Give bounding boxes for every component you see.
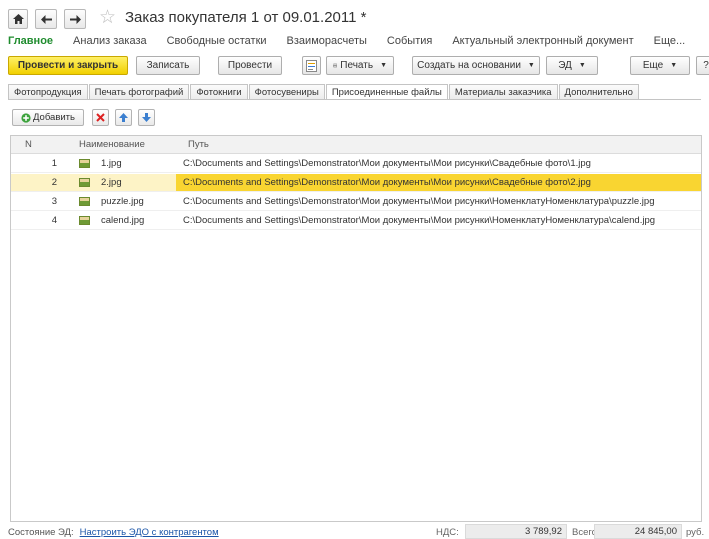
section-events[interactable]: События [387, 35, 432, 49]
section-more[interactable]: Еще... [654, 35, 686, 49]
vat-value: 3 789,92 [465, 524, 567, 539]
table-header: N Наименование Путь [11, 136, 701, 154]
row-number: 4 [51, 215, 57, 226]
chevron-down-icon: ▼ [527, 62, 535, 69]
vat-label: НДС: [436, 527, 459, 538]
section-order-analysis[interactable]: Анализ заказа [73, 35, 147, 49]
section-settlements[interactable]: Взаиморасчеты [287, 35, 367, 49]
setup-edo-link[interactable]: Настроить ЭДО с контрагентом [80, 527, 219, 538]
tab-attached-files[interactable]: Присоединенные файлы [325, 84, 448, 100]
title-bar: ☆ Заказ покупателя 1 от 09.01.2011 * [0, 0, 709, 32]
file-path: C:\Documents and Settings\Demonstrator\М… [176, 174, 701, 191]
post-and-close-button[interactable]: Провести и закрыть [8, 56, 128, 75]
tab-photo-books[interactable]: Фотокниги [190, 84, 248, 99]
arrow-up-icon [119, 113, 128, 122]
row-number: 3 [51, 196, 57, 207]
row-number: 1 [51, 158, 57, 169]
total-value: 24 845,00 [594, 524, 682, 539]
move-up-button[interactable] [115, 109, 132, 126]
add-icon [21, 112, 31, 123]
favorite-star-icon[interactable]: ☆ [99, 7, 116, 29]
file-name: 2.jpg [101, 177, 122, 188]
more-button[interactable]: Еще ▼ [630, 56, 690, 75]
file-path: C:\Documents and Settings\Demonstrator\М… [183, 196, 655, 207]
currency-label: руб. [686, 527, 705, 538]
image-file-icon [79, 216, 90, 225]
column-header-n[interactable]: N [25, 139, 32, 150]
home-button[interactable] [8, 9, 28, 29]
page-title: Заказ покупателя 1 от 09.01.2011 * [125, 9, 367, 26]
add-file-button[interactable]: Добавить [12, 109, 84, 126]
arrow-down-icon [142, 113, 151, 122]
ed-label: ЭД [558, 60, 572, 71]
ed-status-label: Состояние ЭД: [8, 527, 74, 538]
file-path: C:\Documents and Settings\Demonstrator\М… [183, 215, 656, 226]
tab-photo-products[interactable]: Фотопродукция [8, 84, 88, 99]
column-header-path[interactable]: Путь [188, 139, 209, 150]
section-menu: Главное Анализ заказа Свободные остатки … [8, 35, 705, 49]
file-name: puzzle.jpg [101, 196, 144, 207]
save-label: Записать [146, 60, 190, 71]
tab-customer-materials[interactable]: Материалы заказчика [448, 84, 558, 99]
post-button[interactable]: Провести [218, 56, 282, 75]
delete-file-button[interactable] [92, 109, 109, 126]
file-path: C:\Documents and Settings\Demonstrator\М… [183, 158, 591, 169]
delete-icon [96, 113, 105, 122]
section-actual-edoc[interactable]: Актуальный электронный документ [452, 35, 633, 49]
ed-status: Состояние ЭД: Настроить ЭДО с контрагенто… [8, 527, 219, 538]
chevron-down-icon: ▼ [578, 62, 586, 69]
tab-photo-souvenirs[interactable]: Фотосувениры [248, 84, 325, 99]
table-row[interactable]: 3 puzzle.jpg C:\Documents and Settings\D… [11, 193, 701, 211]
report-icon [306, 59, 317, 72]
file-name: calend.jpg [101, 215, 145, 226]
home-icon [12, 14, 24, 24]
arrow-right-icon [69, 14, 81, 24]
chevron-down-icon: ▼ [670, 62, 678, 69]
row-number: 2 [51, 177, 57, 188]
more-label: Еще [642, 60, 664, 71]
printer-icon [333, 63, 338, 68]
section-main[interactable]: Главное [8, 35, 53, 49]
tab-additional[interactable]: Дополнительно [558, 84, 639, 99]
image-file-icon [79, 197, 90, 206]
report-button[interactable] [302, 56, 321, 75]
file-name: 1.jpg [101, 158, 122, 169]
table-row-selected[interactable]: 2 2.jpg C:\Documents and Settings\Demons… [11, 174, 701, 192]
attached-files-table[interactable]: N Наименование Путь 1 1.jpg C:\Documents… [10, 135, 702, 522]
chevron-down-icon: ▼ [380, 62, 387, 69]
move-down-button[interactable] [138, 109, 155, 126]
image-file-icon [79, 178, 90, 187]
post-label: Провести [227, 60, 273, 71]
save-button[interactable]: Записать [136, 56, 200, 75]
image-file-icon [79, 159, 90, 168]
table-row[interactable]: 1 1.jpg C:\Documents and Settings\Demons… [11, 155, 701, 173]
ed-button[interactable]: ЭД ▼ [546, 56, 598, 75]
table-row[interactable]: 4 calend.jpg C:\Documents and Settings\D… [11, 212, 701, 230]
tab-bar: Фотопродукция Печать фотографий Фотокниг… [8, 84, 640, 100]
back-button[interactable] [35, 9, 57, 29]
post-and-close-label: Провести и закрыть [17, 60, 119, 71]
arrow-left-icon [40, 14, 52, 24]
section-free-stock[interactable]: Свободные остатки [167, 35, 267, 49]
column-header-name[interactable]: Наименование [79, 139, 145, 150]
tab-photo-print[interactable]: Печать фотографий [88, 84, 190, 99]
create-based-on-button[interactable]: Создать на основании ▼ [412, 56, 540, 75]
forward-button[interactable] [64, 9, 86, 29]
tabs-divider [8, 99, 701, 100]
create-based-on-label: Создать на основании [417, 60, 521, 71]
help-button[interactable]: ? [696, 56, 709, 75]
print-label: Печать [340, 60, 374, 71]
print-button[interactable]: Печать ▼ [326, 56, 394, 75]
add-file-label: Добавить [33, 112, 75, 123]
help-label: ? [703, 60, 709, 71]
